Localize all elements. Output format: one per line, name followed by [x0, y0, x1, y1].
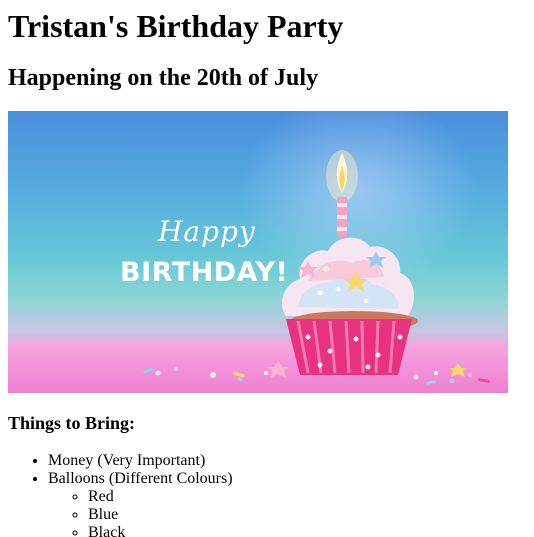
list-item: Red — [88, 488, 526, 506]
page-content: Tristan's Birthday Party Happening on th… — [0, 8, 534, 537]
list-item-label: Balloons (Different Colours) — [48, 470, 233, 487]
list-item: Balloons (Different Colours) Red Blue Bl… — [48, 470, 526, 537]
page-subtitle: Happening on the 20th of July — [8, 65, 319, 91]
list-item: Money (Very Important) — [48, 452, 526, 470]
page-title: Tristan's Birthday Party — [8, 8, 344, 44]
cupcake-illustration — [143, 150, 490, 385]
list-item-label: Money (Very Important) — [48, 452, 206, 469]
banner-birthday-text: BIRTHDAY! — [120, 257, 289, 288]
list-item: Blue — [88, 506, 526, 524]
balloon-colour-list: Red Blue Black — [48, 488, 526, 537]
things-to-bring-heading: Things to Bring: — [8, 413, 136, 433]
list-item: Black — [88, 524, 526, 537]
bring-list: Money (Very Important) Balloons (Differe… — [8, 452, 526, 537]
birthday-banner-image: Happy BIRTHDAY! — [8, 111, 508, 393]
banner-happy-text: Happy — [158, 215, 256, 248]
